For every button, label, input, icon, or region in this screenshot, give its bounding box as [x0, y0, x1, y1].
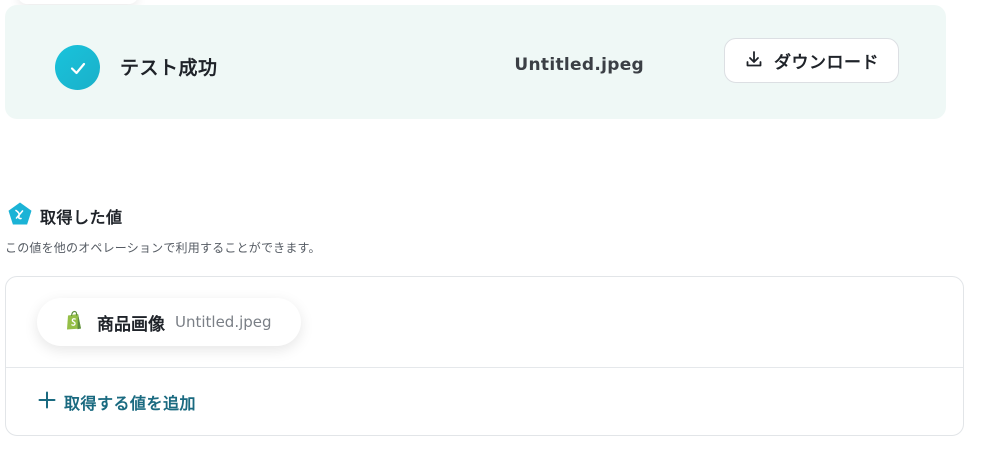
app-root: テスト成功 Untitled.jpeg ダウンロード 取得した値 この値を他のオ… [0, 0, 1006, 453]
success-check-icon [55, 45, 100, 90]
top-shadow [18, 0, 138, 4]
value-chip-value: Untitled.jpeg [175, 313, 272, 331]
shopify-icon [65, 310, 83, 334]
result-file-name: Untitled.jpeg [514, 55, 644, 75]
acquired-values-panel: 商品画像 Untitled.jpeg 取得する値を追加 [5, 276, 964, 436]
value-chip-label: 商品画像 [97, 314, 165, 335]
test-result-banner: テスト成功 Untitled.jpeg ダウンロード [5, 5, 946, 119]
plus-icon [38, 389, 56, 413]
test-status-text: テスト成功 [120, 57, 218, 79]
download-icon [744, 49, 764, 73]
download-label: ダウンロード [774, 53, 879, 73]
section-title: 取得した値 [40, 208, 123, 227]
panel-divider [6, 367, 963, 368]
yoom-pentagon-icon [7, 201, 33, 227]
add-value-label: 取得する値を追加 [64, 394, 197, 413]
section-description: この値を他のオペレーションで利用することができます。 [5, 241, 321, 255]
download-button[interactable]: ダウンロード [724, 38, 899, 83]
add-value-button[interactable]: 取得する値を追加 [38, 390, 196, 414]
value-chip[interactable]: 商品画像 Untitled.jpeg [37, 298, 301, 346]
